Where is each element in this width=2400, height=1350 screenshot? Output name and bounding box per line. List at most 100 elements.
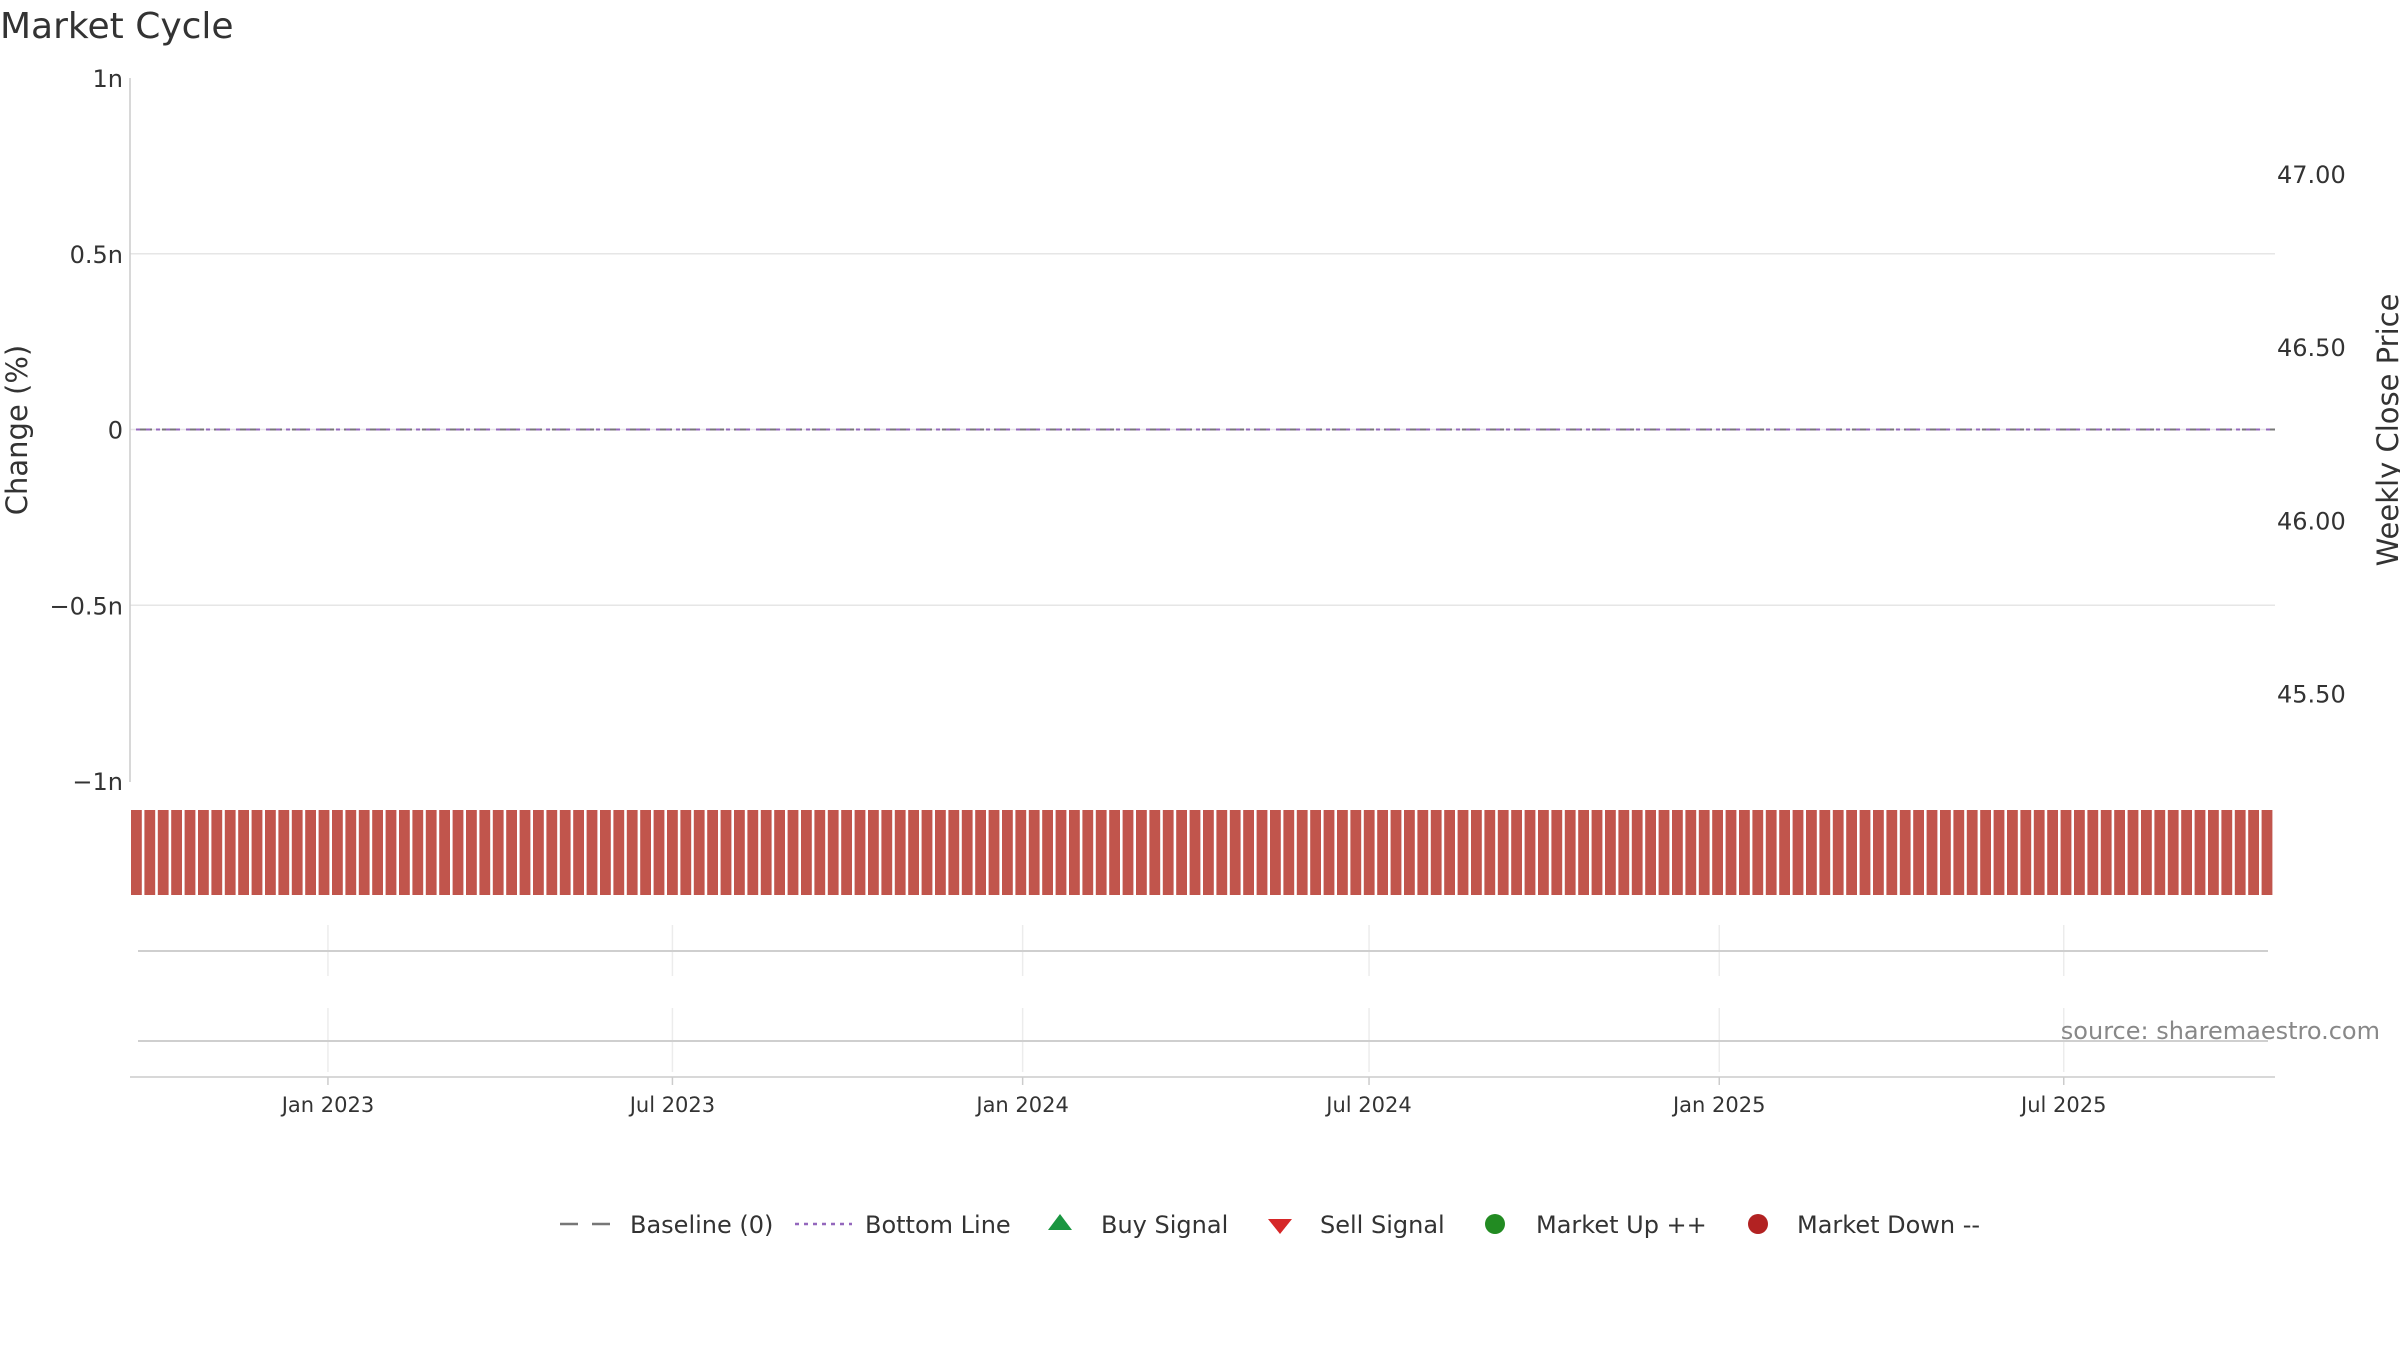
market-down-bar (1980, 810, 1991, 895)
y2-tick-label: 46.50 (2277, 334, 2346, 362)
market-down-bar (961, 810, 973, 895)
market-down-bar (2087, 810, 2099, 895)
market-down-bar (2141, 810, 2152, 895)
market-down-bar (613, 810, 625, 895)
market-down-bar (1109, 810, 1120, 895)
market-down-bar (2154, 810, 2166, 895)
market-down-bar (358, 810, 370, 895)
market-down-bar (841, 810, 852, 895)
market-down-bar (1712, 810, 1723, 895)
market-down-bar (1859, 810, 1871, 895)
market-down-bar (131, 810, 142, 895)
legend-label: Bottom Line (865, 1211, 1011, 1239)
market-down-bar (854, 810, 866, 895)
y-tick-label: −1n (72, 768, 123, 796)
market-down-bar (291, 810, 303, 895)
market-down-bar (814, 810, 826, 895)
market-down-bar (425, 810, 437, 895)
market-down-bar (332, 810, 343, 895)
market-down-bar (2100, 810, 2112, 895)
market-down-bar (2261, 810, 2273, 895)
market-down-bar (2208, 810, 2219, 895)
market-down-bar (1055, 810, 1067, 895)
market-down-bar (1940, 810, 1951, 895)
legend-label: Buy Signal (1101, 1211, 1228, 1239)
sub-panel-grid (327, 925, 2065, 1072)
market-down-bar (653, 810, 665, 895)
market-down-bar (305, 810, 316, 895)
market-down-bar (1042, 810, 1053, 895)
market-down-bar (1457, 810, 1469, 895)
market-down-bar (2221, 810, 2233, 895)
market-down-bar (894, 810, 906, 895)
market-down-bar (1658, 810, 1670, 895)
market-down-bar (2167, 810, 2179, 895)
market-down-bar (1672, 810, 1683, 895)
market-down-bar (1926, 810, 1938, 895)
market-down-bar (1725, 810, 1737, 895)
legend-label: Market Up ++ (1536, 1211, 1707, 1239)
market-down-bar (640, 810, 651, 895)
market-down-bar (1189, 810, 1201, 895)
market-down-bar (519, 810, 531, 895)
market-down-bar (1819, 810, 1831, 895)
market-down-bar (1283, 810, 1295, 895)
market-down-bar (626, 810, 638, 895)
market-down-bar (1886, 810, 1898, 895)
y-axis-ticks: 1n 0.5n 0 −0.5n −1n (50, 65, 124, 796)
market-down-bar (1404, 810, 1415, 895)
market-down-bar (1792, 810, 1804, 895)
x-tick-label: Jul 2025 (2019, 1093, 2106, 1117)
market-down-bar (975, 810, 986, 895)
market-down-bar (1444, 810, 1455, 895)
market-down-bar (318, 810, 330, 895)
market-down-bar (372, 810, 383, 895)
chart-title: Market Cycle (0, 6, 234, 47)
market-down-bar (2074, 810, 2085, 895)
x-tick-label: Jan 2023 (280, 1093, 375, 1117)
y2-tick-label: 47.00 (2277, 161, 2346, 189)
market-down-bar (1779, 810, 1790, 895)
market-down-bar (251, 810, 263, 895)
legend-item: Baseline (0) (560, 1211, 773, 1239)
market-down-bar (1028, 810, 1040, 895)
sell-signal-legend-swatch (1268, 1219, 1292, 1234)
market-down-bar (1243, 810, 1254, 895)
legend-label: Sell Signal (1320, 1211, 1445, 1239)
market-down-bar (908, 810, 919, 895)
x-axis-ticks: Jan 2023 Jul 2023 Jan 2024 Jul 2024 Jan 2025… (280, 1077, 2106, 1117)
market-down-bar (1082, 810, 1094, 895)
market-down-bar (1578, 810, 1589, 895)
market-down-bar (1966, 810, 1978, 895)
market-down-bar (1390, 810, 1402, 895)
market-down-bar (2020, 810, 2032, 895)
market-down-bar (399, 810, 410, 895)
market-down-bar (412, 810, 424, 895)
market-down-bar (1551, 810, 1563, 895)
market-down-bar (747, 810, 759, 895)
market-down-bar (787, 810, 799, 895)
market-down-bar (1310, 810, 1321, 895)
market-down-bar (1846, 810, 1857, 895)
market-down-bar (827, 810, 839, 895)
market-down-bar (1296, 810, 1308, 895)
market-down-bar (1216, 810, 1228, 895)
legend-label: Market Down -- (1797, 1211, 1980, 1239)
y2-tick-label: 46.00 (2277, 507, 2346, 535)
market-down-bar (1256, 810, 1268, 895)
market-down-bar (1363, 810, 1375, 895)
market-down-bar (1645, 810, 1656, 895)
market-down-bar (1015, 810, 1027, 895)
market-down-bar (720, 810, 732, 895)
market-down-bar (1417, 810, 1429, 895)
market-down-bar (1752, 810, 1764, 895)
y2-axis-ticks: 47.00 46.50 46.00 45.50 (2277, 161, 2346, 708)
market-down-bar (345, 810, 357, 895)
market-down-bar (1229, 810, 1241, 895)
market-down-bar (479, 810, 491, 895)
x-tick-label: Jan 2025 (1671, 1093, 1766, 1117)
market-down-bar (774, 810, 785, 895)
market-down-bar (278, 810, 290, 895)
market-down-bar (506, 810, 517, 895)
y2-axis-title: Weekly Close Price (2371, 294, 2400, 567)
